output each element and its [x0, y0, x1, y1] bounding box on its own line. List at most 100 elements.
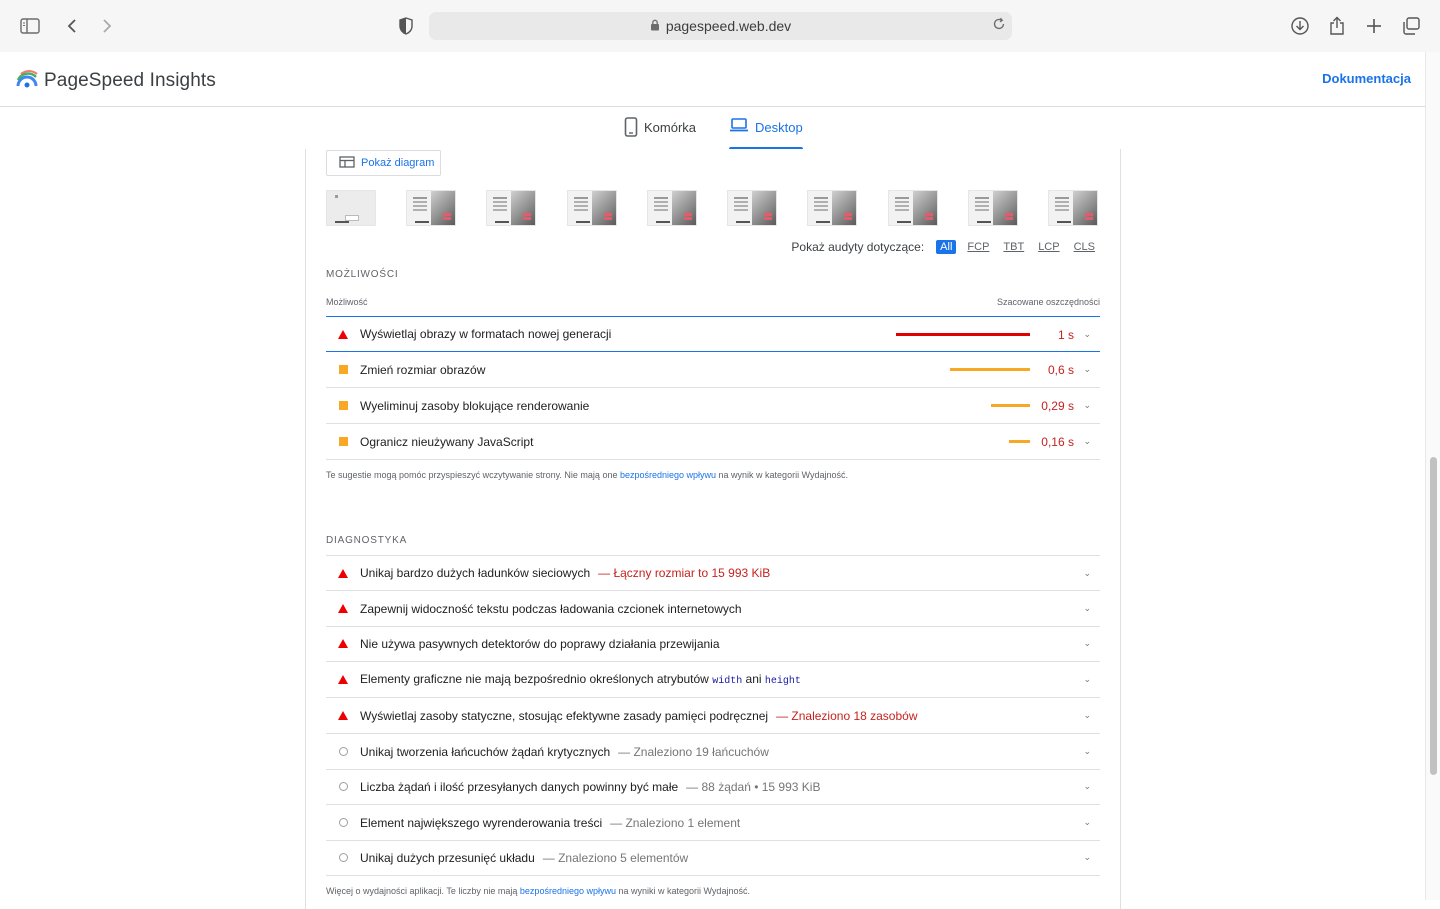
diagnostic-title-part: ani [742, 672, 765, 686]
filter-chip-lcp[interactable]: LCP [1035, 240, 1062, 254]
diagnostic-row[interactable]: Wyświetlaj zasoby statyczne, stosując ef… [326, 698, 1100, 734]
show-diagram-label: Pokaż diagram [361, 157, 435, 169]
show-diagram-button[interactable]: Pokaż diagram [326, 150, 441, 176]
scrollbar-thumb[interactable] [1430, 457, 1437, 775]
chevron-down-icon[interactable]: ⌄ [1083, 400, 1091, 411]
filmstrip-frame [888, 190, 938, 226]
tab-desktop[interactable]: Desktop [729, 117, 803, 149]
share-icon[interactable] [1325, 14, 1349, 38]
diagnostic-title-part: Elementy graficzne nie mają bezpośrednio… [360, 672, 713, 686]
diagnostic-title: Wyświetlaj zasoby statyczne, stosując ef… [360, 708, 769, 723]
note-text: Więcej o wydajności aplikacji. Te liczby… [326, 886, 520, 896]
info-circle-icon [326, 747, 360, 756]
chevron-down-icon[interactable]: ⌄ [1083, 638, 1091, 649]
diagnostic-row[interactable]: Unikaj dużych przesunięć układu — Znalez… [326, 840, 1100, 876]
fail-triangle-icon [326, 639, 360, 648]
filmstrip-frame [486, 190, 536, 226]
attribute-code: width [712, 676, 743, 687]
note-text: na wyniki w kategorii Wydajność. [615, 886, 750, 896]
filmstrip-frame [727, 190, 777, 226]
filmstrip-frame [326, 190, 376, 226]
lock-icon [650, 18, 660, 34]
diagnostic-detail: — Znaleziono 19 łańcuchów [618, 744, 769, 759]
address-bar[interactable]: pagespeed.web.dev [429, 12, 1012, 40]
diagnostic-title: Unikaj tworzenia łańcuchów żądań krytycz… [360, 744, 611, 759]
privacy-shield-icon[interactable] [394, 14, 418, 38]
device-tabs: Komórka Desktop [0, 107, 1425, 149]
pagespeed-logo[interactable]: PageSpeed Insights [16, 68, 216, 93]
average-square-icon [326, 437, 360, 446]
fail-triangle-icon [326, 711, 360, 720]
tab-mobile-label: Komórka [644, 120, 697, 135]
chevron-down-icon[interactable]: ⌄ [1083, 852, 1091, 863]
opportunity-saving: 0,6 s [1047, 363, 1074, 377]
filter-chip-cls[interactable]: CLS [1071, 240, 1098, 254]
opportunity-saving: 1 s [1057, 328, 1074, 342]
reload-icon[interactable] [992, 17, 1006, 34]
chevron-down-icon[interactable]: ⌄ [1083, 436, 1091, 447]
chevron-down-icon[interactable]: ⌄ [1083, 364, 1091, 375]
page-scrollbar[interactable] [1425, 52, 1440, 900]
average-square-icon [326, 401, 360, 410]
forward-icon[interactable] [95, 14, 119, 38]
attribute-code: height [764, 676, 801, 687]
opportunity-row[interactable]: Ogranicz nieużywany JavaScript 0,16 s ⌄ [326, 424, 1100, 460]
savings-column-header: Szacowane oszczędności [996, 297, 1100, 307]
opportunity-row[interactable]: Wyeliminuj zasoby blokujące renderowanie… [326, 388, 1100, 424]
savings-bar [991, 404, 1030, 407]
filter-chip-tbt[interactable]: TBT [1000, 240, 1027, 254]
direct-impact-link[interactable]: bezpośredniego wpływu [520, 886, 616, 896]
diagnostic-row[interactable]: Unikaj tworzenia łańcuchów żądań krytycz… [326, 734, 1100, 770]
diagnostic-row[interactable]: Element największego wyrenderowania treś… [326, 805, 1100, 841]
opportunities-section-title: MOŻLIWOŚCI [326, 269, 399, 280]
direct-impact-link[interactable]: bezpośredniego wpływu [620, 470, 716, 480]
diagnostic-detail: — Znaleziono 18 zasobów [776, 708, 918, 723]
chevron-down-icon[interactable]: ⌄ [1083, 568, 1091, 579]
chevron-down-icon[interactable]: ⌄ [1083, 781, 1091, 792]
savings-bar [1009, 440, 1030, 443]
diagnostics-note: Więcej o wydajności aplikacji. Te liczby… [326, 886, 750, 896]
opportunity-column-header: Możliwość [326, 297, 368, 307]
opportunity-saving: 0,16 s [1041, 435, 1074, 449]
fail-triangle-icon [326, 675, 360, 684]
tab-mobile[interactable]: Komórka [624, 117, 696, 149]
new-tab-icon[interactable] [1362, 14, 1386, 38]
filmstrip-frame [968, 190, 1018, 226]
filmstrip-frame [807, 190, 857, 226]
filter-chip-fcp[interactable]: FCP [964, 240, 992, 254]
filter-chip-all[interactable]: All [936, 240, 957, 254]
documentation-link[interactable]: Dokumentacja [1322, 71, 1411, 86]
diagnostic-title: Elementy graficzne nie mają bezpośrednio… [360, 672, 801, 687]
chevron-down-icon[interactable]: ⌄ [1083, 710, 1091, 721]
tab-overview-icon[interactable] [1399, 14, 1423, 38]
chevron-down-icon[interactable]: ⌄ [1083, 603, 1091, 614]
diagnostic-row[interactable]: Unikaj bardzo dużych ładunków sieciowych… [326, 555, 1100, 591]
fail-triangle-icon [326, 604, 360, 613]
app-header: PageSpeed Insights Dokumentacja [0, 52, 1425, 107]
diagnostic-detail: — Znaleziono 1 element [610, 815, 741, 830]
sidebar-toggle-icon[interactable] [18, 14, 42, 38]
diagnostic-row[interactable]: Nie używa pasywnych detektorów do popraw… [326, 626, 1100, 662]
diagnostic-title: Liczba żądań i ilość przesyłanych danych… [360, 779, 679, 794]
diagnostic-row[interactable]: Zapewnij widoczność tekstu podczas ładow… [326, 591, 1100, 627]
info-circle-icon [326, 853, 360, 862]
back-icon[interactable] [60, 14, 84, 38]
diagnostic-row[interactable]: Elementy graficzne nie mają bezpośrednio… [326, 662, 1100, 698]
download-icon[interactable] [1288, 14, 1312, 38]
average-square-icon [326, 365, 360, 374]
chevron-down-icon[interactable]: ⌄ [1083, 329, 1091, 340]
diagnostic-row[interactable]: Liczba żądań i ilość przesyłanych danych… [326, 769, 1100, 805]
audit-filter: Pokaż audyty dotyczące: All FCP TBT LCP … [791, 240, 1098, 254]
chevron-down-icon[interactable]: ⌄ [1083, 817, 1091, 828]
filmstrip-frame [1048, 190, 1098, 226]
note-text: na wynik w kategorii Wydajność. [716, 470, 849, 480]
opportunity-row[interactable]: Zmień rozmiar obrazów 0,6 s ⌄ [326, 352, 1100, 388]
chevron-down-icon[interactable]: ⌄ [1083, 674, 1091, 685]
fail-triangle-icon [326, 329, 360, 339]
note-text: Te sugestie mogą pomóc przyspieszyć wczy… [326, 470, 620, 480]
diagram-icon [339, 155, 355, 171]
opportunities-table-header: Możliwość Szacowane oszczędności [326, 297, 1100, 307]
chevron-down-icon[interactable]: ⌄ [1083, 746, 1091, 757]
opportunity-row[interactable]: Wyświetlaj obrazy w formatach nowej gene… [326, 316, 1100, 352]
diagnostic-detail: — 88 żądań • 15 993 KiB [686, 779, 821, 794]
